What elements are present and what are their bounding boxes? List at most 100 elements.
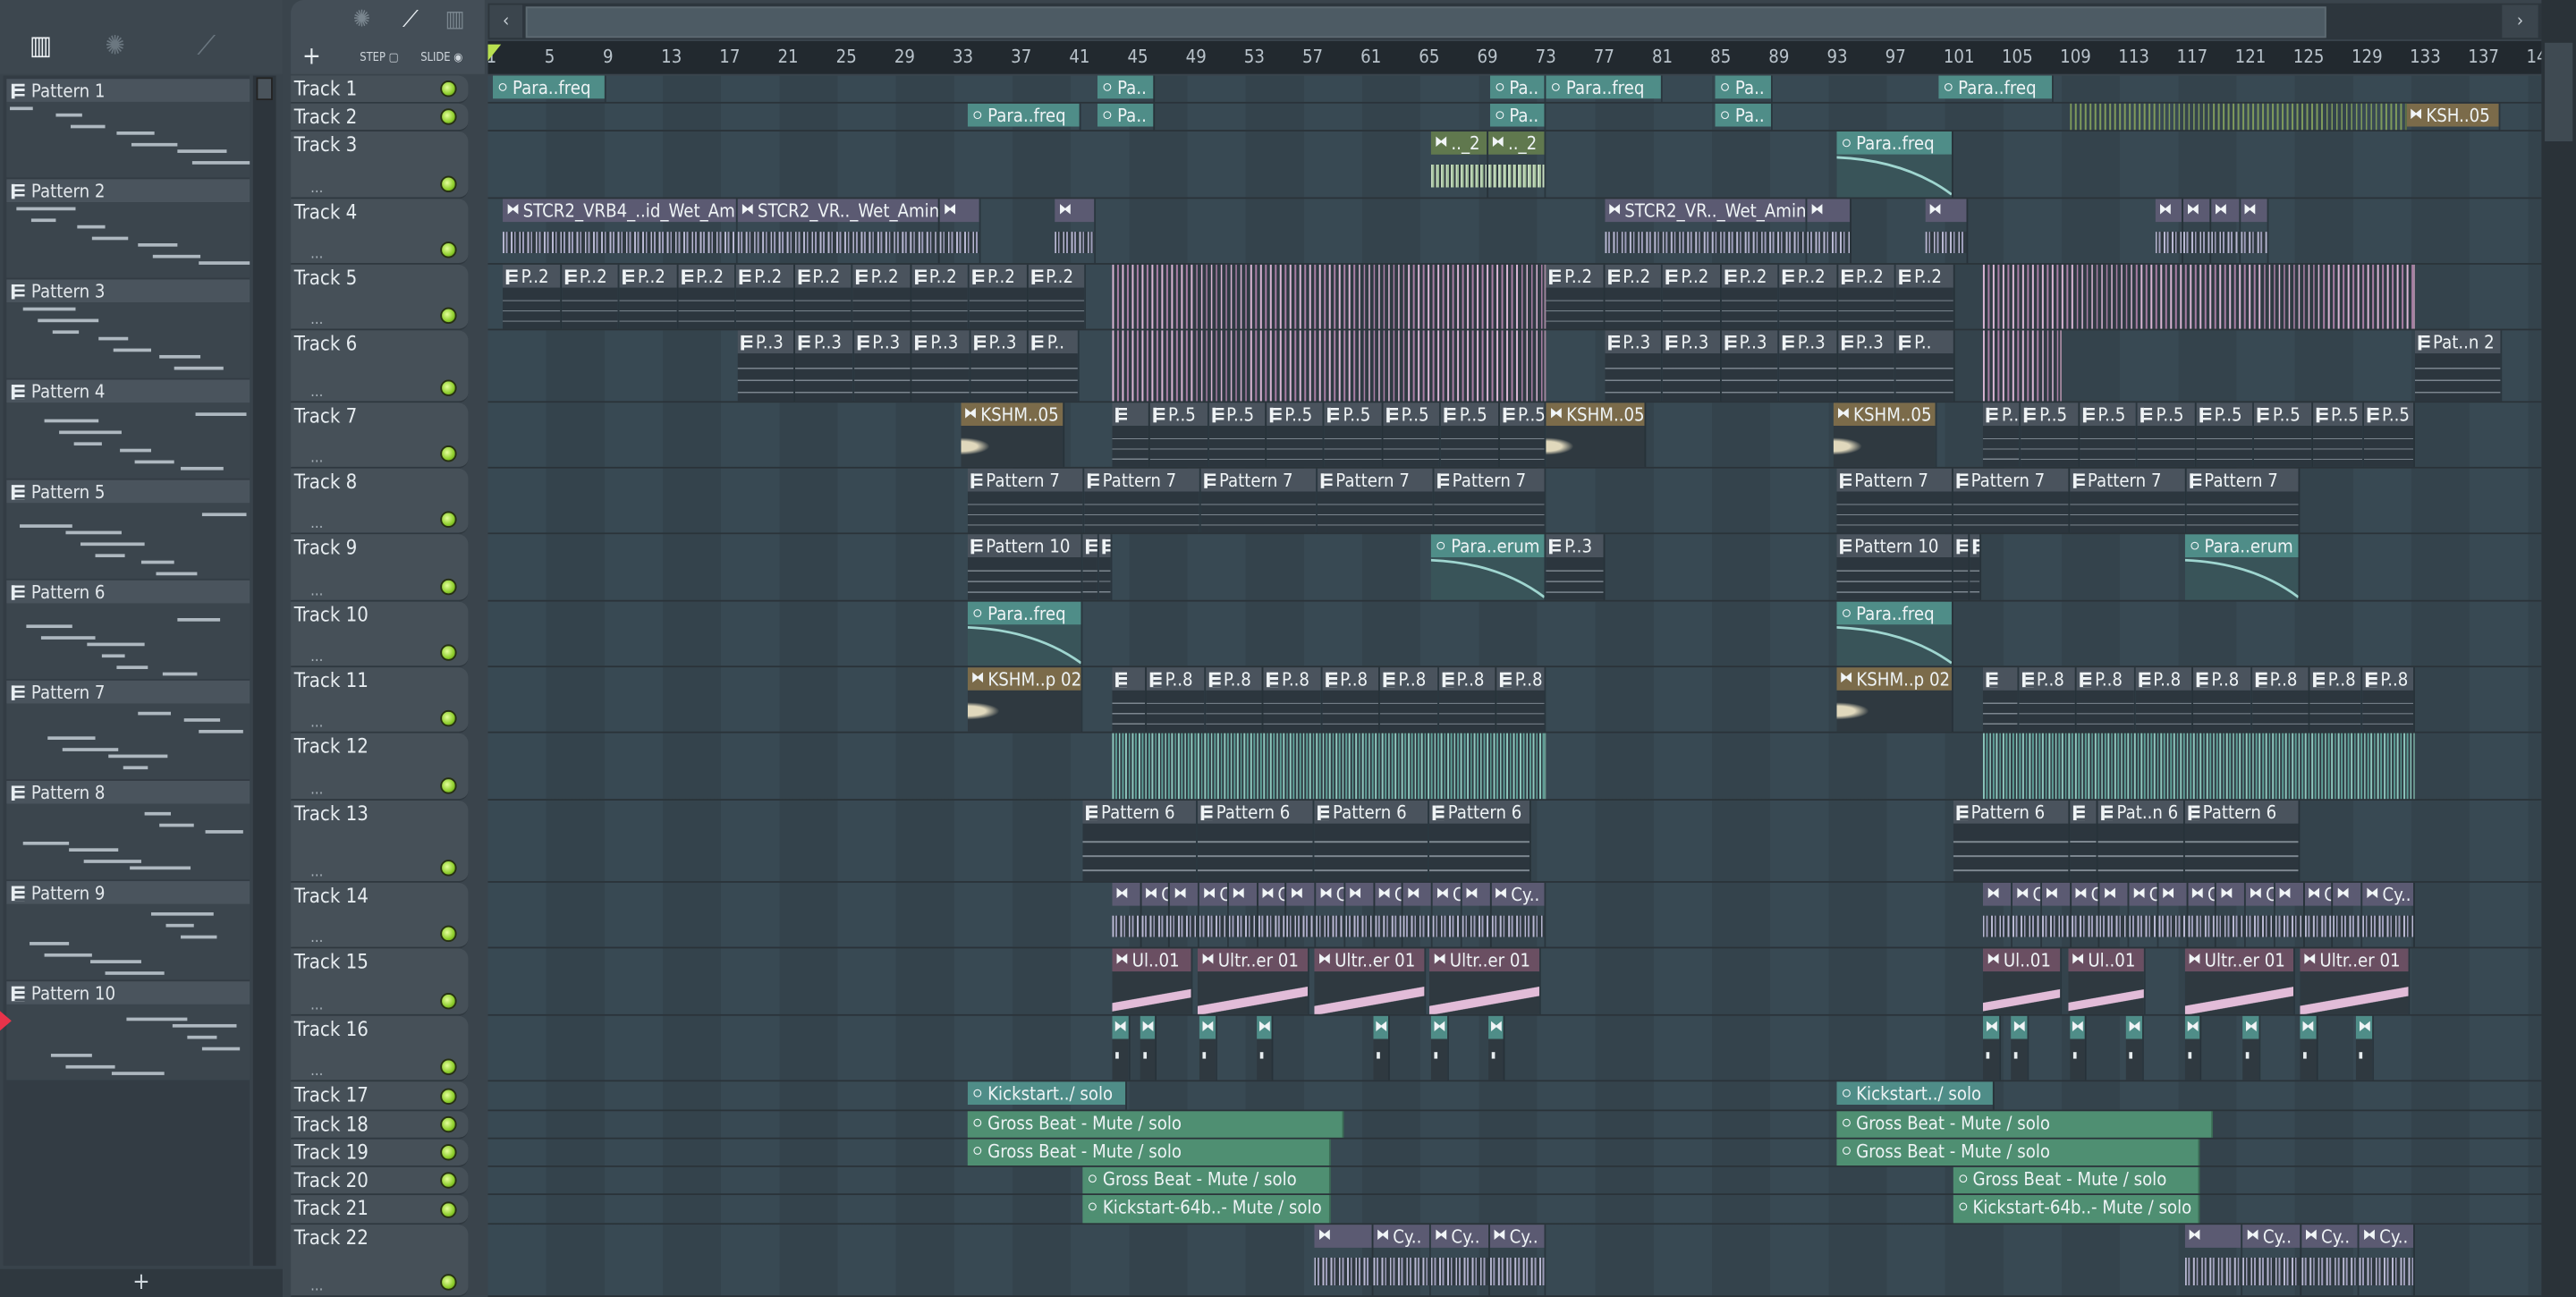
clip-pinkaud[interactable]: ⧓ Ultr..er 01 [1429, 948, 1541, 1014]
clip-auto[interactable]: Para..freq [1836, 131, 1953, 198]
clip-mini[interactable]: ⧓ [2126, 1015, 2144, 1081]
track-name[interactable]: Track 16 [294, 1018, 369, 1041]
track-enable-led[interactable] [440, 578, 457, 596]
audio-icon[interactable]: ✺ [106, 30, 125, 61]
clip-pattern[interactable]: P..5 [1499, 403, 1546, 467]
track-lane[interactable]: Pattern 7 Pattern 7 Pattern 7 Pattern 7 Patt… [487, 468, 2542, 535]
clip-audio[interactable]: ⧓ [2155, 199, 2183, 264]
vertical-scroll-thumb[interactable] [2545, 42, 2573, 142]
track-more-icon[interactable]: ... [310, 451, 323, 467]
clip-gross[interactable]: Gross Beat - Mute / solo [1836, 1111, 2213, 1138]
track-enable-led[interactable] [440, 1274, 457, 1291]
slide-toggle[interactable]: SLIDE ◉ [420, 51, 462, 64]
clip-pattern[interactable]: P..8 [2018, 667, 2077, 732]
clip-pattern[interactable]: Pattern 7 [2069, 468, 2187, 533]
clip-audio[interactable]: ⧓ [940, 199, 981, 264]
clip-pinkaud[interactable]: ⧓ Ul..01 [1112, 948, 1192, 1014]
clip-tan[interactable]: ⧓ KSHM..p 02 [1836, 667, 1953, 732]
clip-audio[interactable]: ⧓ [1170, 882, 1200, 947]
clip-pattern[interactable]: P..8 [2362, 667, 2415, 732]
clip-mini[interactable]: ⧓ [1256, 1015, 1275, 1081]
track-more-icon[interactable]: ... [310, 783, 323, 799]
timeline-ruler[interactable]: 1 5 9 13 17 21 25 29 33 37 41 45 49 53 57 61 65 69 73 77 81 8… [487, 40, 2547, 74]
track-enable-led[interactable] [440, 81, 457, 97]
clip-pattern[interactable]: P..2 [561, 264, 620, 329]
track-name[interactable]: Track 6 [294, 332, 357, 355]
clip-audio[interactable]: ⧓ [2158, 882, 2188, 947]
piano-roll-icon[interactable]: ▥ [30, 30, 52, 61]
clip-audio[interactable]: ⧓Cy.. [2071, 882, 2100, 947]
track-lane[interactable]: Kickstart-64b..- Mute / solo Kickstart-64… [487, 1195, 2542, 1225]
clip-pinkaud[interactable]: ⧓ Ultr..er 01 [1314, 948, 1426, 1014]
clip-pattern[interactable]: P..5 [2138, 403, 2197, 467]
clip-auto[interactable]: Para..erum [2184, 534, 2301, 600]
track-header[interactable]: Track 17 [291, 1081, 469, 1112]
clip-pattern[interactable]: P..2 [911, 264, 970, 329]
clip-audio[interactable]: ⧓ STCR2_VR.._Wet_Amin [1605, 199, 1808, 264]
clip-auto[interactable]: Para..erum [1431, 534, 1546, 600]
track-lane[interactable]: ⧓ STCR2_VRB4_..id_Wet_Amin ⧓ STCR2_VR.._Wet… [487, 199, 2542, 265]
clip-audio[interactable]: ⧓Cy.. [2362, 882, 2415, 947]
track-lane[interactable]: Pattern 10 Para..erum P..3 Pattern 10 Para..… [487, 534, 2542, 602]
pattern-list-scrollbar[interactable] [252, 75, 276, 1267]
track-lane[interactable]: Para..freq Pa.. Pa.. Para..freq Pa.. Para..fr… [487, 75, 2542, 104]
automation-clip-icon[interactable]: ⟋ [402, 6, 419, 32]
track-name[interactable]: Track 18 [294, 1113, 369, 1136]
clip-mini[interactable]: ⧓ [2184, 1015, 2202, 1081]
clip-gross[interactable]: Gross Beat - Mute / solo [1082, 1166, 1331, 1194]
clip-auto[interactable]: Para..freq [1938, 75, 2054, 102]
clip-mini[interactable]: ⧓ [2069, 1015, 2088, 1081]
clip-audio[interactable]: ⧓Cy.. [2012, 882, 2042, 947]
track-name[interactable]: Track 17 [294, 1083, 369, 1106]
clip-audio[interactable]: ⧓Cy.. [1490, 882, 1546, 947]
track-enable-led[interactable] [440, 445, 457, 462]
clip-gross[interactable]: Kickstart-64b..- Mute / solo [1082, 1195, 1331, 1224]
track-header[interactable]: Track 10... [291, 601, 469, 668]
clip-pinkaud[interactable]: ⧓ Ul..01 [1983, 948, 2063, 1014]
track-lane[interactable]: ⧓ ⧓ Cy.. ⧓ Cy.. ⧓ Cy.. ⧓ ⧓ Cy.. ⧓ Cy.. ⧓ Cy.. [487, 1225, 2542, 1297]
clip-pattern[interactable]: P..5 [1983, 403, 2021, 467]
clip-mini[interactable]: ⧓ [1487, 1015, 1506, 1081]
clip-auto[interactable]: Para..freq [1546, 75, 1664, 102]
pattern-item[interactable]: Pattern 1 [6, 79, 250, 178]
track-name[interactable]: Track 10 [294, 603, 369, 626]
clip-audio[interactable]: ⧓Cy.. [1432, 882, 1462, 947]
song-start-marker-icon[interactable] [487, 44, 502, 61]
vertical-scrollbar[interactable] [2541, 0, 2576, 1297]
clip-pattern[interactable]: Pattern 6 [1198, 801, 1315, 882]
clip-pattern[interactable]: Pattern 6 [1314, 801, 1430, 882]
track-more-icon[interactable]: ... [310, 1064, 323, 1080]
clip-pattern[interactable]: Pattern 6 [1429, 801, 1532, 882]
track-more-icon[interactable]: ... [310, 1279, 323, 1295]
clip-pattern[interactable]: P..3 [1721, 330, 1780, 402]
clip-pattern[interactable]: Pat..n 2 [2414, 330, 2503, 402]
overview-viewport[interactable] [525, 6, 2326, 38]
track-enable-led[interactable] [440, 1058, 457, 1075]
clip-pattern[interactable]: P..5 [2312, 403, 2364, 467]
clip-audio[interactable]: ⧓ STCR2_VRB4_..id_Wet_Amin [503, 199, 738, 264]
track-enable-led[interactable] [440, 709, 457, 727]
track-enable-led[interactable] [440, 925, 457, 943]
clip-pattern[interactable]: Pattern 7 [1084, 468, 1201, 533]
clip-pattern[interactable]: P..2 [677, 264, 737, 329]
track-name[interactable]: Track 19 [294, 1140, 369, 1164]
clip-pattern[interactable]: P..3 [1837, 330, 1896, 402]
clip-pattern[interactable]: P..5 [1208, 403, 1267, 467]
track-lane[interactable] [487, 733, 2542, 801]
clip-gross[interactable]: Gross Beat - Mute / solo [968, 1111, 1344, 1138]
track-enable-led[interactable] [440, 1115, 457, 1133]
track-enable-led[interactable] [440, 307, 457, 325]
clip-tan[interactable]: ⧓ KSH..05 [2406, 103, 2501, 131]
track-enable-led[interactable] [440, 1201, 457, 1218]
clip-mini[interactable]: ⧓ [2011, 1015, 2029, 1081]
clip-pattern[interactable]: P..8 [1380, 667, 1439, 732]
clip-mini[interactable]: ⧓ [1983, 1015, 2002, 1081]
scroll-left-button[interactable]: ‹ [489, 4, 523, 38]
clip-pattern[interactable] [1112, 403, 1150, 467]
track-name[interactable]: Track 20 [294, 1169, 369, 1192]
clip-pattern[interactable]: P..5 [1441, 403, 1500, 467]
track-header[interactable]: Track 16... [291, 1015, 469, 1082]
clip-pattern[interactable]: P..2 [1605, 264, 1664, 329]
clip-auto[interactable]: Pa.. [1715, 103, 1773, 131]
clip-pink[interactable] [1112, 264, 1546, 329]
